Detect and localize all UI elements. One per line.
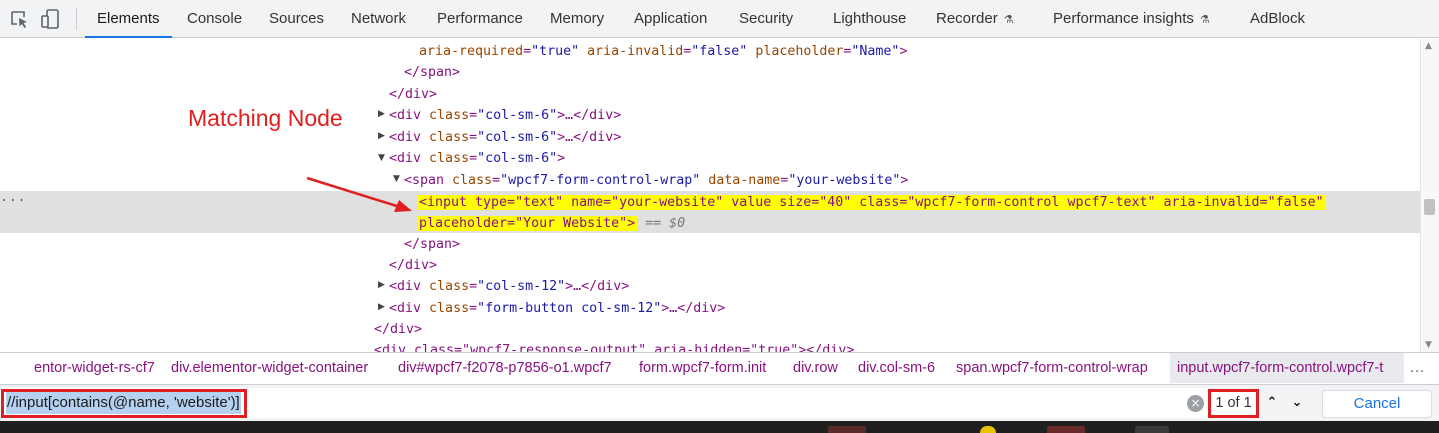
breadcrumb-item[interactable]: div.elementor-widget-container bbox=[171, 353, 368, 383]
flask-icon: ⚗ bbox=[1003, 14, 1014, 26]
dom-line[interactable]: </span> bbox=[404, 234, 460, 255]
breadcrumb: entor-widget-rs-cf7 div.elementor-widget… bbox=[0, 352, 1439, 384]
dom-line[interactable]: <div class="col-sm-12">…</div> bbox=[389, 276, 629, 297]
dom-line[interactable]: <div class="form-button col-sm-12">…</di… bbox=[389, 298, 725, 319]
cancel-button[interactable]: Cancel bbox=[1322, 390, 1432, 418]
dom-line[interactable]: aria-required="true" aria-invalid="false… bbox=[419, 41, 907, 62]
dom-search-bar: //input[contains(@name, 'website')] × 1 … bbox=[0, 384, 1439, 421]
tab-performance-insights[interactable]: Performance insights ⚗ bbox=[1053, 0, 1210, 38]
tab-sources[interactable]: Sources bbox=[269, 0, 324, 38]
chevron-up-icon[interactable]: ⌃ bbox=[1261, 391, 1283, 415]
dom-line[interactable]: <div class="col-sm-6">…</div> bbox=[389, 105, 621, 126]
taskbar-app-icon[interactable] bbox=[828, 426, 866, 433]
expand-triangle-icon[interactable]: ▶ bbox=[378, 297, 385, 318]
scroll-up-icon[interactable]: ▲ bbox=[1425, 41, 1432, 51]
tab-label: Network bbox=[351, 10, 407, 27]
tab-label: Security bbox=[739, 10, 794, 27]
vertical-scrollbar[interactable]: ▲ ▼ bbox=[1420, 39, 1439, 352]
dom-line[interactable]: </div> bbox=[389, 255, 437, 276]
breadcrumb-item[interactable]: div.col-sm-6 bbox=[858, 353, 935, 383]
tab-network[interactable]: Network bbox=[351, 0, 406, 38]
matched-input-node-cont[interactable]: placeholder="Your Website"> == $0 bbox=[417, 213, 685, 234]
tab-label: Recorder bbox=[936, 10, 998, 27]
flask-icon: ⚗ bbox=[1199, 14, 1210, 26]
tab-label: Lighthouse bbox=[833, 10, 907, 27]
collapse-triangle-icon[interactable]: ▼ bbox=[378, 148, 385, 169]
match-count: 1 of 1 bbox=[1208, 389, 1259, 418]
taskbar-app-icon[interactable] bbox=[980, 426, 996, 433]
tab-console[interactable]: Console bbox=[187, 0, 242, 38]
matching-node-annotation: Matching Node bbox=[188, 105, 343, 131]
matched-input-node[interactable]: <input type="text" name="your-website" v… bbox=[417, 192, 1326, 213]
breadcrumb-item[interactable]: div#wpcf7-f2078-p7856-o1.wpcf7 bbox=[398, 353, 612, 383]
collapse-triangle-icon[interactable]: ▼ bbox=[393, 169, 400, 190]
dom-line[interactable]: </span> bbox=[404, 62, 460, 83]
dom-line[interactable]: <div class="col-sm-6">…</div> bbox=[389, 127, 621, 148]
search-highlight-box bbox=[1, 389, 247, 418]
expand-triangle-icon[interactable]: ▶ bbox=[378, 275, 385, 296]
breadcrumb-item[interactable]: div.row bbox=[793, 353, 838, 383]
dom-line[interactable]: <div class="col-sm-6"> bbox=[389, 148, 565, 169]
tab-memory[interactable]: Memory bbox=[550, 0, 604, 38]
breadcrumb-overflow-icon[interactable]: … bbox=[1409, 353, 1425, 383]
tab-label: Sources bbox=[269, 10, 325, 27]
inspect-element-icon[interactable] bbox=[9, 9, 31, 29]
breadcrumb-item[interactable]: entor-widget-rs-cf7 bbox=[34, 353, 155, 383]
tab-lighthouse[interactable]: Lighthouse bbox=[833, 0, 906, 38]
expand-triangle-icon[interactable]: ▶ bbox=[378, 126, 385, 147]
tab-recorder[interactable]: Recorder ⚗ bbox=[936, 0, 1014, 38]
node-menu-ellipsis[interactable]: ... bbox=[0, 190, 26, 205]
device-toolbar-icon[interactable] bbox=[40, 9, 62, 29]
tab-label: Performance bbox=[437, 10, 523, 27]
dom-line[interactable]: </div> bbox=[389, 84, 437, 105]
scroll-down-icon[interactable]: ▼ bbox=[1425, 340, 1432, 350]
chevron-down-icon[interactable]: ⌄ bbox=[1286, 391, 1308, 415]
tab-label: Memory bbox=[550, 10, 605, 27]
toolbar-divider bbox=[76, 8, 77, 30]
tab-label: Application bbox=[634, 10, 708, 27]
os-taskbar bbox=[0, 421, 1439, 433]
clear-icon[interactable]: × bbox=[1187, 395, 1204, 412]
dom-line[interactable]: </div> bbox=[374, 319, 422, 340]
devtools-tab-bar: Elements Console Sources Network Perform… bbox=[0, 0, 1439, 38]
taskbar-app-icon[interactable] bbox=[1135, 426, 1169, 433]
tab-label: Performance insights bbox=[1053, 10, 1194, 27]
tab-elements[interactable]: Elements bbox=[85, 0, 172, 38]
dom-line-clipped[interactable]: <div class="wpcf7-response-output" aria-… bbox=[374, 340, 854, 352]
taskbar-app-icon[interactable] bbox=[1047, 426, 1085, 433]
breadcrumb-item[interactable]: span.wpcf7-form-control-wrap bbox=[956, 353, 1148, 383]
tab-label: Console bbox=[187, 10, 243, 27]
expand-triangle-icon[interactable]: ▶ bbox=[378, 104, 385, 125]
tab-label: AdBlock bbox=[1250, 10, 1306, 27]
tab-application[interactable]: Application bbox=[634, 0, 707, 38]
elements-dom-tree: ... ⌐ ⌐ ⌐ ⌐ ⌐ ⌐ ⌐ aria-required="true" a… bbox=[0, 39, 1420, 352]
tab-security[interactable]: Security bbox=[739, 0, 793, 38]
scrollbar-thumb[interactable] bbox=[1424, 199, 1435, 215]
tab-performance[interactable]: Performance bbox=[437, 0, 523, 38]
dom-line[interactable]: <span class="wpcf7-form-control-wrap" da… bbox=[404, 170, 908, 191]
breadcrumb-item-selected[interactable]: input.wpcf7-form-control.wpcf7-t bbox=[1170, 353, 1404, 383]
tab-adblock[interactable]: AdBlock bbox=[1250, 0, 1305, 38]
tab-label: Elements bbox=[97, 10, 160, 27]
breadcrumb-item[interactable]: form.wpcf7-form.init bbox=[639, 353, 766, 383]
